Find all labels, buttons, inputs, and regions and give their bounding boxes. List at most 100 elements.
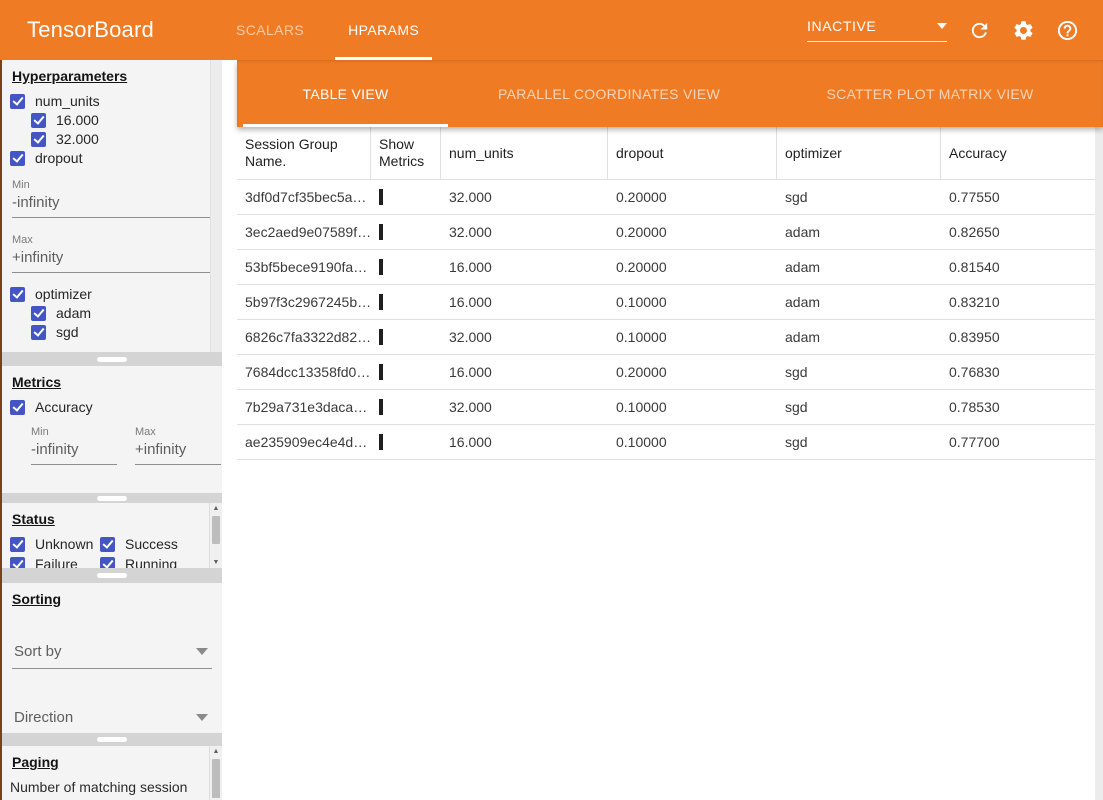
show-metrics-checkbox[interactable] [379, 259, 383, 275]
tab-table-view[interactable]: TABLE VIEW [243, 60, 448, 127]
section-scrollbar-track[interactable] [210, 60, 222, 352]
status-failure-checkbox[interactable] [10, 557, 25, 569]
table-row: ae235909ec4e4d… 16.000 0.10000 sgd 0.777… [237, 425, 1103, 460]
paging-scrollbar[interactable]: ▲ [209, 746, 222, 800]
column-header-show-metrics: Show Metrics [371, 127, 441, 179]
show-metrics-checkbox[interactable] [379, 434, 383, 450]
section-divider [2, 352, 222, 366]
checkbox-label: Accuracy [35, 399, 93, 415]
table-row: 3df0d7cf35bec5a… 32.000 0.20000 sgd 0.77… [237, 180, 1103, 215]
num-units-16-checkbox[interactable] [31, 113, 46, 128]
refresh-icon[interactable] [967, 18, 991, 42]
metrics-min-input[interactable]: -infinity [31, 438, 117, 465]
status-unknown-checkbox[interactable] [10, 537, 25, 552]
settings-gear-icon[interactable] [1011, 18, 1035, 42]
optimizer-sgd-checkbox[interactable] [31, 325, 46, 340]
paging-heading: Paging [12, 754, 204, 770]
section-resize-handle[interactable] [97, 357, 127, 362]
num-units-checkbox[interactable] [10, 94, 25, 109]
num-units-cell: 32.000 [441, 399, 608, 415]
min-field-input[interactable]: -infinity [12, 191, 212, 218]
show-metrics-checkbox[interactable] [379, 294, 383, 310]
view-tabs: TABLE VIEW PARALLEL COORDINATES VIEW SCA… [237, 60, 1103, 127]
table-header-row: Session Group Name. Show Metrics num_uni… [237, 127, 1103, 180]
sort-by-dropdown[interactable]: Sort by [12, 639, 212, 669]
accuracy-cell: 0.83210 [941, 294, 1103, 310]
hparams-main-pane: TABLE VIEW PARALLEL COORDINATES VIEW SCA… [237, 60, 1103, 800]
status-scrollbar[interactable]: ▲ ▼ [209, 503, 222, 568]
status-section: Status Unknown Success Failure Running [2, 503, 222, 568]
checkbox-label: Failure [35, 556, 78, 568]
checkbox-label: optimizer [35, 286, 92, 302]
status-option: Success [100, 535, 204, 553]
accuracy-cell: 0.83950 [941, 329, 1103, 345]
table-row: 7b29a731e3daca… 32.000 0.10000 sgd 0.785… [237, 390, 1103, 425]
num-units-32-checkbox[interactable] [31, 132, 46, 147]
show-metrics-checkbox[interactable] [379, 329, 383, 345]
accuracy-checkbox[interactable] [10, 400, 25, 415]
sidebar-main-gutter [222, 60, 237, 800]
session-group-name-cell: 3ec2aed9e07589f… [237, 224, 371, 240]
section-divider [2, 733, 222, 746]
table-row: 53bf5bece9190fa… 16.000 0.20000 adam 0.8… [237, 250, 1103, 285]
nav-tab-hparams[interactable]: HPARAMS [326, 0, 441, 60]
status-success-checkbox[interactable] [100, 537, 115, 552]
table-scrollbar-track[interactable] [1095, 127, 1103, 800]
show-metrics-checkbox[interactable] [379, 224, 383, 240]
toolbar-right: INACTIVE [807, 0, 1079, 60]
sort-by-value: Sort by [14, 643, 62, 660]
optimizer-cell: adam [777, 294, 941, 310]
num-units-cell: 16.000 [441, 294, 608, 310]
hparam-checkbox-row: sgd [31, 323, 212, 341]
optimizer-checkbox[interactable] [10, 287, 25, 302]
session-group-name-cell: 53bf5bece9190fa… [237, 259, 371, 275]
sorting-heading: Sorting [12, 591, 212, 607]
direction-dropdown[interactable]: Direction [12, 705, 212, 733]
accuracy-cell: 0.78530 [941, 399, 1103, 415]
scroll-up-icon[interactable]: ▲ [213, 746, 220, 757]
show-metrics-checkbox[interactable] [379, 189, 383, 205]
table-row: 6826c7fa3322d82… 32.000 0.10000 adam 0.8… [237, 320, 1103, 355]
accuracy-cell: 0.76830 [941, 364, 1103, 380]
metrics-max-input[interactable]: +infinity [135, 438, 221, 465]
status-option: Unknown [10, 535, 96, 553]
column-header-accuracy: Accuracy [941, 127, 1103, 179]
num-units-cell: 32.000 [441, 224, 608, 240]
checkbox-label: 16.000 [56, 112, 99, 128]
status-heading: Status [12, 511, 204, 527]
section-resize-handle[interactable] [97, 496, 127, 501]
session-group-name-cell: 3df0d7cf35bec5a… [237, 189, 371, 205]
run-status-dropdown[interactable]: INACTIVE [807, 18, 947, 42]
hparam-checkbox-row: adam [31, 304, 212, 322]
scroll-up-icon[interactable]: ▲ [213, 503, 220, 514]
min-field-label: Min [12, 179, 212, 191]
section-resize-handle[interactable] [97, 737, 127, 742]
nav-tab-scalars[interactable]: SCALARS [214, 0, 326, 60]
section-resize-handle[interactable] [97, 573, 127, 578]
tab-scatter-plot-matrix-view[interactable]: SCATTER PLOT MATRIX VIEW [770, 60, 1090, 127]
scrollbar-thumb[interactable] [212, 759, 220, 798]
status-options: Unknown Success Failure Running [10, 535, 204, 568]
toolbar-nav-tabs: SCALARS HPARAMS [214, 0, 441, 60]
max-field-input[interactable]: +infinity [12, 246, 212, 273]
session-group-name-cell: ae235909ec4e4d… [237, 434, 371, 450]
num-units-cell: 32.000 [441, 329, 608, 345]
optimizer-adam-checkbox[interactable] [31, 306, 46, 321]
scroll-down-icon[interactable]: ▼ [213, 557, 220, 568]
max-field-label: Max [12, 234, 212, 246]
status-running-checkbox[interactable] [100, 557, 115, 569]
hyperparameters-section: Hyperparameters num_units 16.000 32.000 … [2, 60, 222, 352]
scrollbar-thumb[interactable] [212, 516, 220, 544]
show-metrics-cell [371, 399, 441, 415]
accuracy-cell: 0.77550 [941, 189, 1103, 205]
column-header-session-group-name: Session Group Name. [237, 127, 371, 179]
tab-parallel-coordinates-view[interactable]: PARALLEL COORDINATES VIEW [448, 60, 770, 127]
help-icon[interactable] [1055, 18, 1079, 42]
show-metrics-cell [371, 189, 441, 205]
top-toolbar: TensorBoard SCALARS HPARAMS INACTIVE [0, 0, 1103, 60]
dropout-checkbox[interactable] [10, 151, 25, 166]
show-metrics-checkbox[interactable] [379, 399, 383, 415]
show-metrics-cell [371, 294, 441, 310]
optimizer-cell: sgd [777, 364, 941, 380]
show-metrics-checkbox[interactable] [379, 364, 383, 380]
